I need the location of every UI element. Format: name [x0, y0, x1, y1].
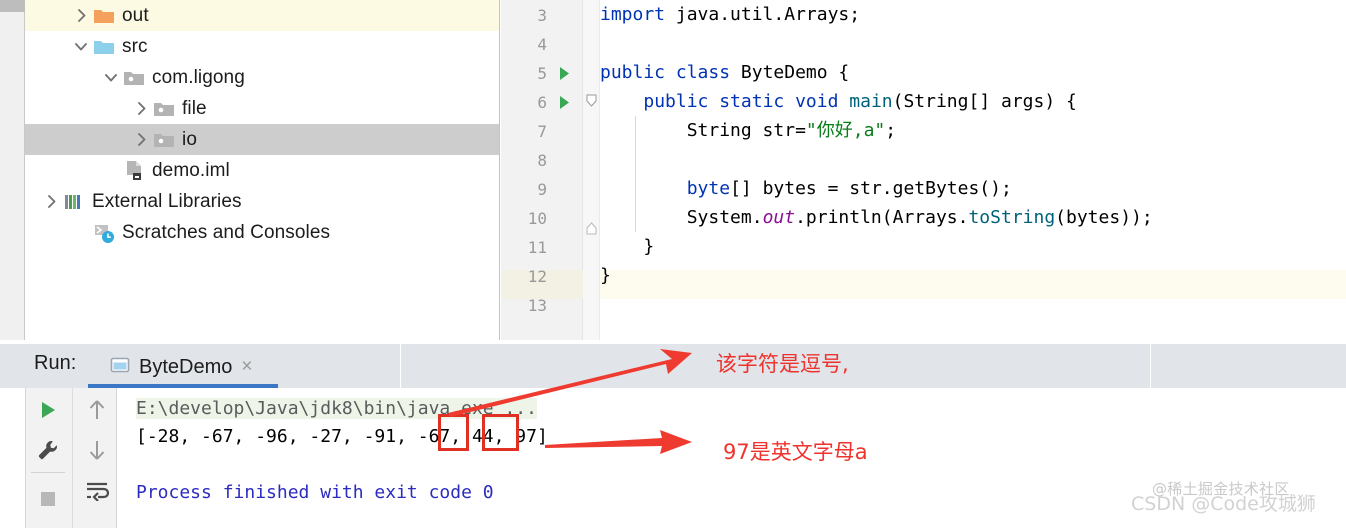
run-header-divider-1	[400, 344, 401, 388]
package-icon	[152, 124, 176, 155]
tree-item-label: com.ligong	[152, 66, 245, 88]
arrow-down-icon	[89, 441, 105, 460]
line-number-5: 5	[537, 64, 547, 83]
package-icon	[122, 62, 146, 93]
fold-open-glyph	[586, 94, 597, 107]
soft-wrap-icon	[87, 482, 110, 501]
tree-item-demo-iml[interactable]: demo.iml	[25, 155, 499, 186]
tree-item-label: io	[182, 128, 197, 150]
line-number-7: 7	[537, 122, 547, 141]
run-configuration-icon	[110, 356, 130, 379]
run-icon	[42, 402, 55, 418]
close-icon[interactable]: ×	[241, 356, 252, 378]
scratches-icon	[92, 217, 116, 248]
left-tool-strip	[0, 0, 25, 345]
scroll-down-button[interactable]	[77, 432, 117, 468]
run-tab-bytedemo[interactable]: ByteDemo ×	[110, 346, 252, 388]
package-icon	[152, 93, 176, 124]
tree-item-scratches-and-consoles[interactable]: Scratches and Consoles	[25, 217, 499, 248]
code-line-11: }	[600, 236, 655, 257]
tree-item-label: demo.iml	[152, 159, 230, 181]
chevron-right-icon[interactable]	[70, 0, 92, 31]
line-number-8: 8	[537, 151, 547, 170]
line-number-12: 12	[527, 267, 547, 286]
tree-item-label: out	[122, 4, 149, 26]
tree-item-com-ligong[interactable]: com.ligong	[25, 62, 499, 93]
fold-marker-open-icon[interactable]	[585, 84, 598, 113]
run-tab-label: ByteDemo	[139, 355, 233, 378]
folder-blue-icon	[92, 31, 116, 62]
fold-close-glyph	[586, 222, 597, 235]
code-line-9: byte[] bytes = str.getBytes();	[686, 178, 1012, 199]
console-command-line: E:\develop\Java\jdk8\bin\java.exe ...	[136, 398, 537, 419]
line-number-6: 6	[537, 93, 547, 112]
ide-window: out src com.ligong file io demo.iml External L…	[0, 0, 1346, 528]
tree-item-label: Scratches and Consoles	[122, 221, 331, 243]
highlight-box-44	[438, 414, 469, 451]
code-line-3: import java.util.Arrays;	[600, 4, 861, 25]
rerun-button[interactable]	[28, 392, 68, 428]
line-number-10: 10	[527, 209, 547, 228]
tree-item-file[interactable]: file	[25, 93, 499, 124]
highlight-box-97	[482, 414, 519, 451]
chevron-right-icon[interactable]	[130, 124, 152, 155]
project-tree-panel[interactable]: out src com.ligong file io demo.iml External L…	[25, 0, 500, 345]
tree-item-label: file	[182, 97, 207, 119]
code-text-area[interactable]: import java.util.Arrays; public class By…	[600, 0, 1346, 340]
run-label: Run:	[34, 352, 77, 374]
tree-item-label: External Libraries	[92, 190, 242, 212]
scroll-up-button[interactable]	[77, 392, 117, 428]
tree-item-external-libraries[interactable]: External Libraries	[25, 186, 499, 217]
wrench-icon	[38, 441, 57, 460]
tree-item-io[interactable]: io	[25, 124, 499, 155]
tree-item-out[interactable]: out	[25, 0, 499, 31]
tool-strip-block	[0, 0, 25, 12]
fold-column[interactable]	[583, 0, 600, 340]
settings-button[interactable]	[28, 432, 68, 468]
code-line-7: String str="你好,a";	[600, 120, 897, 141]
soft-wrap-button[interactable]	[77, 472, 117, 508]
libraries-icon	[62, 186, 86, 217]
line-number-13: 13	[527, 296, 547, 315]
run-toolbar-left-border	[25, 388, 26, 528]
fold-marker-close-icon[interactable]	[585, 216, 598, 245]
run-header-divider-2	[1150, 344, 1151, 388]
annotation-text-letter: 97是英文字母a	[723, 440, 868, 464]
code-line-10: System.out.println(Arrays.toString(bytes…	[600, 207, 1153, 228]
line-number-9: 9	[537, 180, 547, 199]
gutter-run-icon[interactable]	[557, 88, 571, 117]
code-line-12: }	[600, 265, 611, 286]
tree-item-src[interactable]: src	[25, 31, 499, 62]
code-line-5: public class ByteDemo {	[600, 62, 850, 83]
indent-guide	[635, 116, 636, 232]
tree-item-label: src	[122, 35, 148, 57]
chevron-right-icon[interactable]	[40, 186, 62, 217]
code-line-6: public static void main(String[] args) {	[643, 91, 1077, 112]
chevron-right-icon[interactable]	[130, 93, 152, 124]
iml-file-icon	[122, 155, 146, 186]
line-number-4: 4	[537, 35, 547, 54]
line-number-3: 3	[537, 6, 547, 25]
folder-orange-icon	[92, 0, 116, 31]
watermark-csdn: CSDN @Code攻城狮	[1131, 493, 1316, 515]
chevron-down-icon[interactable]	[100, 62, 122, 93]
stop-icon	[41, 492, 55, 506]
toolbar-separator	[31, 472, 65, 473]
line-number-11: 11	[527, 238, 547, 257]
arrow-up-icon	[89, 400, 105, 419]
stop-button[interactable]	[28, 481, 68, 517]
gutter-run-icon[interactable]	[557, 59, 571, 88]
code-editor[interactable]: import java.util.Arrays; public class By…	[501, 0, 1346, 340]
chevron-down-icon[interactable]	[70, 31, 92, 62]
run-toolbar-column-divider	[72, 388, 73, 528]
annotation-text-comma: 该字符是逗号,	[716, 352, 849, 376]
console-exit-line: Process finished with exit code 0	[136, 482, 494, 503]
